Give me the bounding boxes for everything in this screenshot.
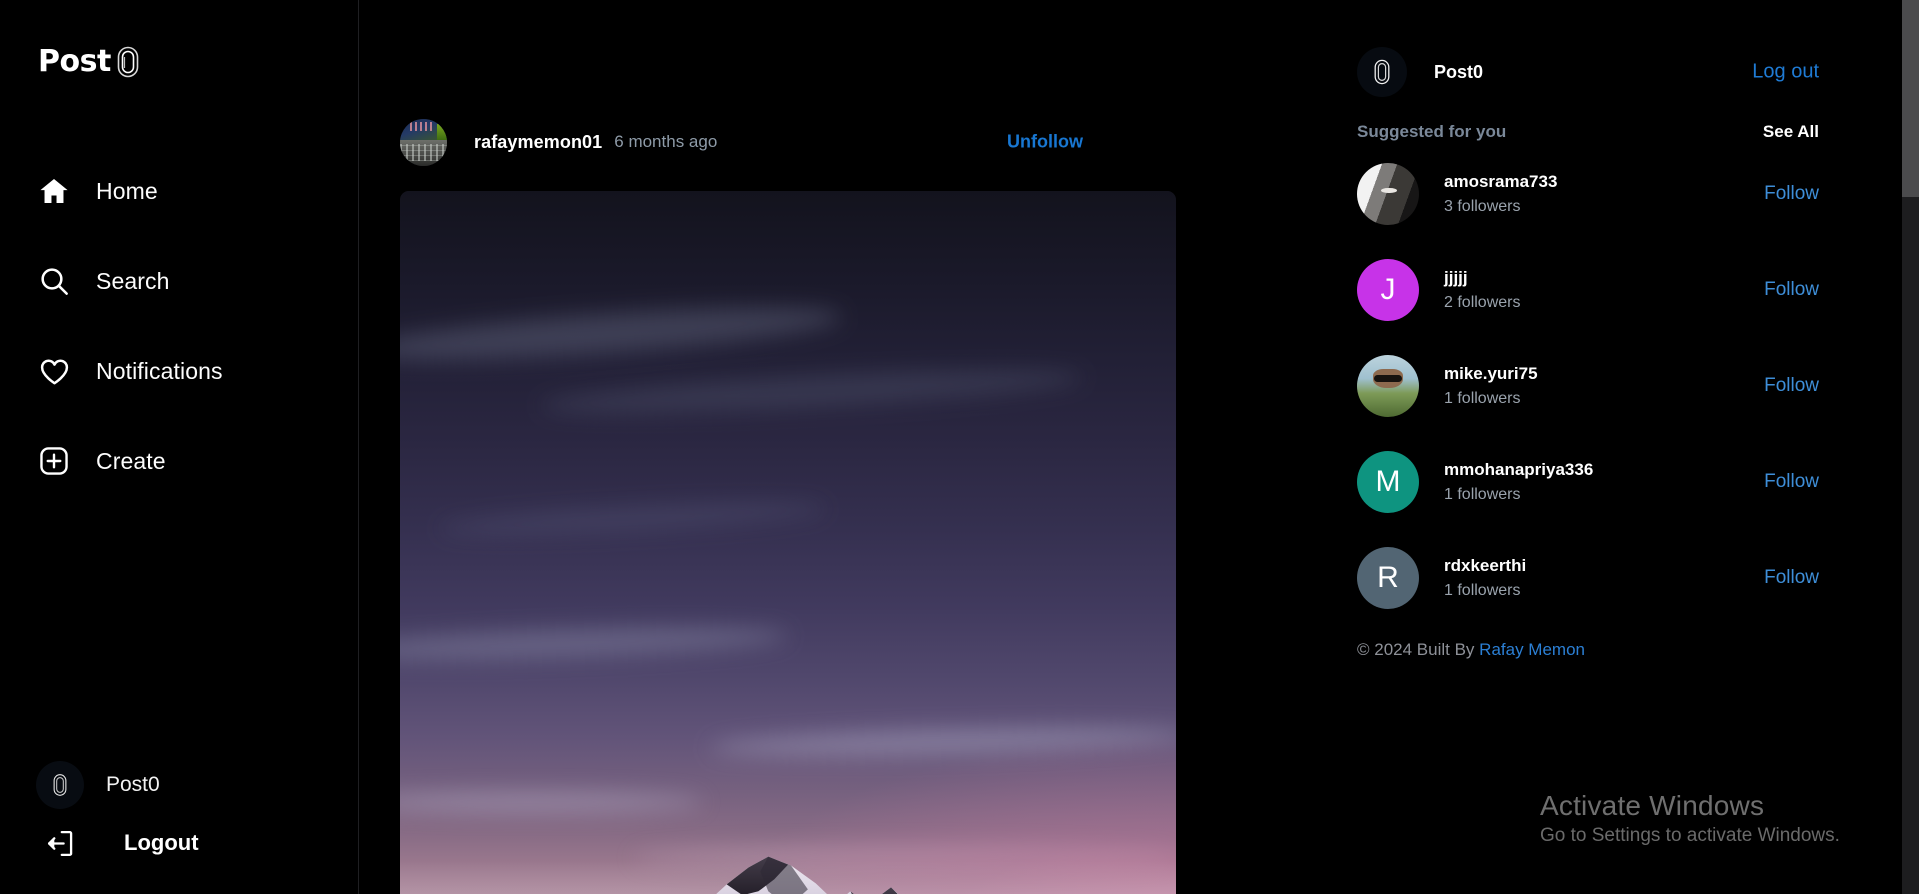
home-icon — [36, 173, 72, 209]
activate-windows-watermark: Activate Windows Go to Settings to activ… — [1540, 789, 1919, 847]
list-item[interactable]: M mmohanapriya336 1 followers Follow — [1357, 446, 1819, 518]
feed-column: rafaymemon01 6 months ago Unfollow — [359, 0, 1344, 894]
suggested-username[interactable]: mike.yuri75 — [1444, 364, 1538, 384]
avatar[interactable]: M — [1357, 451, 1419, 513]
suggested-username[interactable]: amosrama733 — [1444, 172, 1557, 192]
suggested-followers: 2 followers — [1444, 294, 1521, 311]
list-item[interactable]: J jjjjj 2 followers Follow — [1357, 254, 1819, 326]
avatar[interactable]: J — [1357, 259, 1419, 321]
watermark-subtitle: Go to Settings to activate Windows. — [1540, 825, 1840, 846]
follow-button[interactable]: Follow — [1764, 471, 1819, 493]
list-item[interactable]: R rdxkeerthi 1 followers Follow — [1357, 542, 1819, 614]
right-rail: Post0 Log out Suggested for you See All … — [1344, 0, 1919, 894]
sidebar-item-label-create: Create — [96, 447, 166, 474]
paperclip-zero-icon — [1357, 47, 1407, 97]
cloud-band — [400, 791, 703, 812]
log-out-button[interactable]: Log out — [1752, 61, 1819, 84]
sidebar-item-search[interactable]: Search — [0, 254, 358, 308]
sidebar-logout-label: Logout — [124, 830, 199, 855]
post-image[interactable] — [400, 191, 1176, 894]
suggested-username[interactable]: rdxkeerthi — [1444, 556, 1526, 576]
follow-button[interactable]: Follow — [1764, 567, 1819, 589]
rail-account-header: Post0 Log out — [1356, 42, 1919, 102]
post-header: rafaymemon01 6 months ago Unfollow — [400, 115, 1176, 169]
watermark-title: Activate Windows — [1540, 789, 1765, 821]
scrollbar-thumb[interactable] — [1902, 0, 1919, 197]
follow-button[interactable]: Follow — [1764, 279, 1819, 301]
avatar[interactable]: R — [1357, 547, 1419, 609]
post-card: rafaymemon01 6 months ago Unfollow — [400, 115, 1176, 894]
sidebar-item-logout[interactable]: Logout — [0, 814, 358, 872]
list-item[interactable]: amosrama733 3 followers Follow — [1357, 158, 1819, 230]
sidebar-profile-label: Post0 — [106, 773, 160, 796]
list-item[interactable]: mike.yuri75 1 followers Follow — [1357, 350, 1819, 422]
plus-square-icon — [36, 443, 72, 479]
avatar[interactable] — [1357, 163, 1419, 225]
sidebar: Post Home Search Notifications Create Po… — [0, 0, 359, 894]
sidebar-item-create[interactable]: Create — [0, 434, 358, 488]
suggested-followers: 1 followers — [1444, 486, 1521, 503]
follow-button[interactable]: Follow — [1764, 183, 1819, 205]
suggested-username[interactable]: mmohanapriya336 — [1444, 460, 1593, 480]
mountain-silhouette — [716, 857, 898, 894]
post-timestamp: 6 months ago — [614, 132, 718, 151]
suggested-username[interactable]: jjjjj — [1444, 268, 1520, 288]
paperclip-zero-icon — [36, 761, 84, 809]
unfollow-button[interactable]: Unfollow — [1007, 132, 1083, 153]
post-username[interactable]: rafaymemon01 — [474, 132, 602, 153]
paperclip-zero-icon — [117, 46, 139, 78]
page-scrollbar[interactable] — [1902, 0, 1919, 894]
search-icon — [36, 263, 72, 299]
suggested-followers: 1 followers — [1444, 390, 1521, 407]
suggested-title: Suggested for you — [1357, 122, 1507, 141]
sidebar-item-label-search: Search — [96, 267, 170, 294]
footer-copyright: © 2024 Built By — [1357, 640, 1475, 659]
sidebar-item-label-home: Home — [96, 177, 158, 204]
sidebar-bottom: Post0 Logout — [0, 756, 358, 894]
sidebar-item-notifications[interactable]: Notifications — [0, 344, 358, 398]
heart-icon — [36, 353, 72, 389]
suggested-header: Suggested for you See All — [1356, 122, 1919, 142]
avatar[interactable] — [400, 118, 447, 166]
sidebar-nav: Home Search Notifications Create — [0, 164, 358, 524]
sidebar-item-label-notifications: Notifications — [96, 357, 223, 384]
app-root: Post Home Search Notifications Create Po… — [0, 0, 1919, 894]
brand-logo[interactable]: Post — [38, 44, 143, 80]
avatar[interactable] — [1357, 355, 1419, 417]
brand-wordmark: Post — [38, 44, 111, 79]
follow-button[interactable]: Follow — [1764, 375, 1819, 397]
suggested-followers: 3 followers — [1444, 198, 1521, 215]
suggested-followers: 1 followers — [1444, 582, 1521, 599]
footer-author-link[interactable]: Rafay Memon — [1479, 640, 1585, 659]
see-all-button[interactable]: See All — [1763, 122, 1819, 142]
footer-credit: © 2024 Built By Rafay Memon — [1356, 640, 1919, 660]
sidebar-item-profile[interactable]: Post0 — [0, 756, 358, 814]
rail-account-name[interactable]: Post0 — [1434, 62, 1483, 83]
logout-arrow-icon — [38, 821, 82, 865]
sidebar-item-home[interactable]: Home — [0, 164, 358, 218]
suggested-list: amosrama733 3 followers Follow J jjjjj 2… — [1356, 158, 1919, 614]
